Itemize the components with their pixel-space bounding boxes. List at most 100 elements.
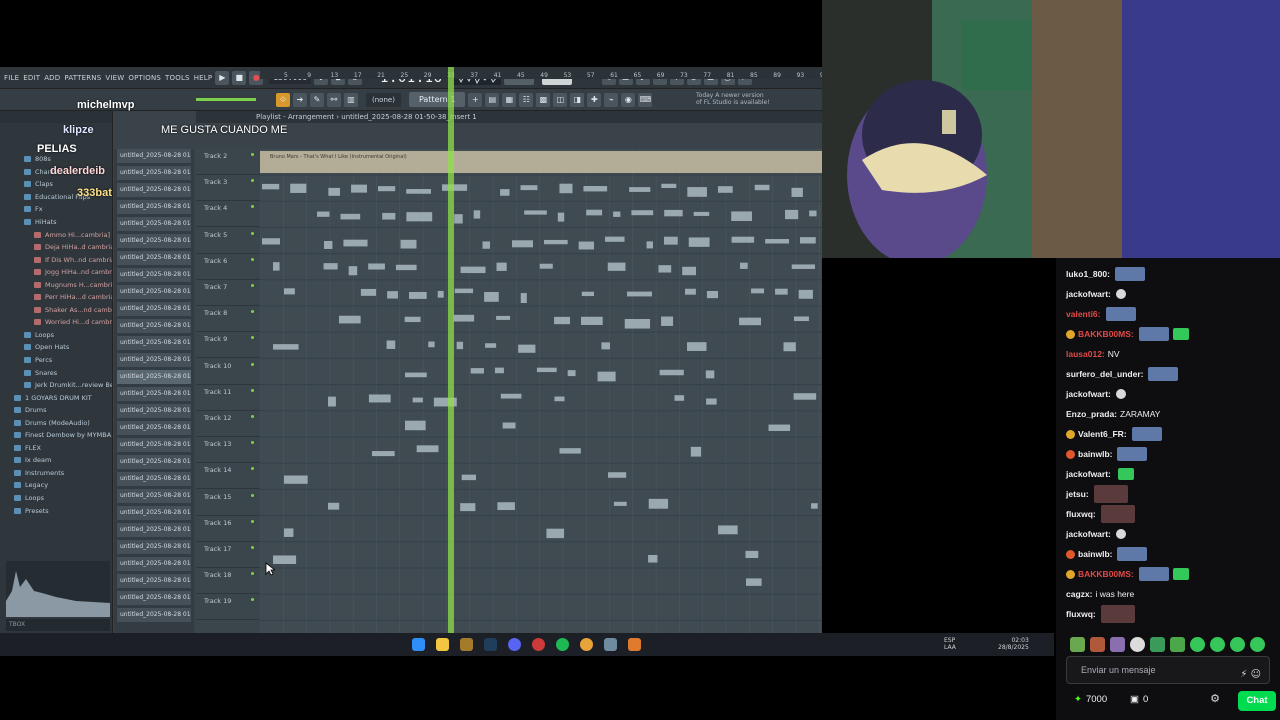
chat-message[interactable]: Valent6_FR: xyxy=(1056,424,1280,444)
audio-clip[interactable] xyxy=(745,550,759,559)
audio-clip[interactable] xyxy=(284,288,295,295)
audio-clip[interactable] xyxy=(597,371,616,382)
track-header[interactable]: Track 7 xyxy=(196,280,260,306)
chat-username[interactable]: surfero_del_under: xyxy=(1066,369,1143,379)
audio-clip[interactable] xyxy=(348,266,358,276)
audio-clip[interactable] xyxy=(273,262,280,271)
audio-clip[interactable] xyxy=(324,240,333,249)
pattern-item[interactable]: untitled_2025-08-28 01- xyxy=(117,200,191,217)
pattern-item[interactable]: untitled_2025-08-28 01- xyxy=(117,234,191,251)
audio-clip[interactable] xyxy=(688,237,710,247)
audio-clip[interactable] xyxy=(546,528,565,539)
audio-clip[interactable] xyxy=(520,293,527,304)
pattern-item[interactable]: untitled_2025-08-28 01- xyxy=(117,506,191,523)
chat-username[interactable]: Enzo_prada: xyxy=(1066,409,1117,419)
browser-item[interactable]: Percs xyxy=(0,354,112,367)
audio-clip[interactable] xyxy=(408,291,427,299)
browser-item[interactable]: Worried Hi...d cambria] xyxy=(0,316,112,329)
audio-clip[interactable] xyxy=(794,316,809,322)
audio-clip[interactable] xyxy=(454,214,463,224)
menu-item-patterns[interactable]: PATTERNS xyxy=(64,74,101,82)
audio-clip[interactable] xyxy=(739,262,748,269)
track-header[interactable]: Track 11 xyxy=(196,385,260,411)
track-mute-led[interactable] xyxy=(251,231,254,235)
pattern-item[interactable]: untitled_2025-08-28 01- xyxy=(117,285,191,302)
audio-clip[interactable] xyxy=(664,209,683,217)
audio-clip[interactable] xyxy=(470,368,484,374)
pattern-item[interactable]: untitled_2025-08-28 01- xyxy=(117,557,191,574)
track-header[interactable]: Track 2 xyxy=(196,149,260,175)
audio-clip[interactable] xyxy=(339,315,361,324)
audio-clip[interactable] xyxy=(578,241,595,250)
chat-username[interactable]: cagzx: xyxy=(1066,589,1092,599)
audio-clip[interactable] xyxy=(554,316,571,325)
emote-picker-icon[interactable]: ⚡ ☺ xyxy=(1240,662,1261,688)
chat-message[interactable]: fluxwq: xyxy=(1056,504,1280,524)
audio-clip[interactable] xyxy=(629,187,651,192)
fl-studio-taskbar-icon[interactable] xyxy=(460,638,473,651)
gift-counter[interactable]: ▣ 0 xyxy=(1130,694,1148,705)
audio-clip[interactable] xyxy=(497,502,515,511)
browser-item[interactable]: Ammo Hi...cambria] xyxy=(0,228,112,241)
audio-clip[interactable] xyxy=(718,525,738,535)
emote-8[interactable] xyxy=(1210,636,1225,652)
browser-item[interactable]: Deja HiHa..d cambria] xyxy=(0,241,112,254)
browser-item[interactable]: Finest Dembow by MYMBA xyxy=(0,429,112,442)
pattern-item[interactable]: untitled_2025-08-28 01- xyxy=(117,404,191,421)
audio-clip[interactable] xyxy=(378,186,396,192)
menu-item-add[interactable]: ADD xyxy=(44,74,60,82)
audio-clip[interactable] xyxy=(328,396,336,407)
track-mute-led[interactable] xyxy=(251,310,254,314)
pattern-item[interactable]: untitled_2025-08-28 01- xyxy=(117,472,191,489)
emote-10[interactable] xyxy=(1250,636,1265,652)
audio-clip[interactable] xyxy=(262,183,280,190)
audio-clip[interactable] xyxy=(687,342,707,351)
audio-clip[interactable] xyxy=(484,292,499,302)
audio-clip[interactable] xyxy=(731,236,755,243)
audio-clip[interactable] xyxy=(460,503,476,512)
track-header[interactable]: Track 5 xyxy=(196,228,260,254)
emote-2[interactable] xyxy=(1090,636,1105,652)
audio-clip[interactable] xyxy=(658,265,672,273)
audio-clip[interactable] xyxy=(746,578,762,586)
update-notice[interactable]: Today A newer version of FL Studio is av… xyxy=(696,92,770,106)
chat-message[interactable]: bainwlb: xyxy=(1056,544,1280,564)
audio-clip[interactable] xyxy=(811,503,818,509)
audio-clip[interactable] xyxy=(559,183,573,194)
audio-clip[interactable] xyxy=(684,288,696,295)
audio-clip[interactable] xyxy=(368,394,391,403)
audio-clip[interactable] xyxy=(405,420,426,431)
audio-clip[interactable] xyxy=(583,186,608,192)
browser-toggle-icon[interactable]: ◨ xyxy=(570,92,585,107)
audio-clip[interactable] xyxy=(627,291,652,297)
track-mute-led[interactable] xyxy=(251,598,254,602)
pattern-item[interactable]: untitled_2025-08-28 01- xyxy=(117,540,191,557)
audio-clip[interactable] xyxy=(601,342,611,350)
audio-clip[interactable] xyxy=(581,316,603,325)
chat-username[interactable]: fluxwq: xyxy=(1066,609,1096,619)
browser-item[interactable]: Loops xyxy=(0,492,112,505)
audio-clip[interactable] xyxy=(273,344,299,350)
chat-username[interactable]: jackofwart: xyxy=(1066,289,1111,299)
audio-clip[interactable] xyxy=(624,318,651,329)
browser-item[interactable]: Drums xyxy=(0,404,112,417)
track-mute-led[interactable] xyxy=(251,572,254,576)
audio-clip[interactable] xyxy=(496,315,511,320)
audio-clip[interactable] xyxy=(284,528,294,537)
audio-clip[interactable] xyxy=(496,262,507,271)
browser-item[interactable]: Loops xyxy=(0,329,112,342)
chat-message[interactable]: surfero_del_under: xyxy=(1056,364,1280,384)
pattern-item[interactable]: untitled_2025-08-28 01- xyxy=(117,523,191,540)
audio-clip[interactable] xyxy=(351,184,368,193)
system-clock[interactable]: 02:03 28/8/2025 xyxy=(998,637,1029,651)
audio-clip[interactable] xyxy=(690,446,702,457)
chat-username[interactable]: fluxwq: xyxy=(1066,509,1096,519)
chat-message[interactable]: jetsu: xyxy=(1056,484,1280,504)
chat-username[interactable]: jetsu: xyxy=(1066,489,1089,499)
pencil-icon[interactable]: ✎ xyxy=(310,92,324,107)
audio-clip[interactable] xyxy=(400,239,417,249)
stop-button[interactable]: ■ xyxy=(232,70,247,85)
pattern-item[interactable]: untitled_2025-08-28 01- xyxy=(117,183,191,200)
audio-clip[interactable] xyxy=(682,266,696,276)
audio-clip[interactable] xyxy=(544,239,568,245)
